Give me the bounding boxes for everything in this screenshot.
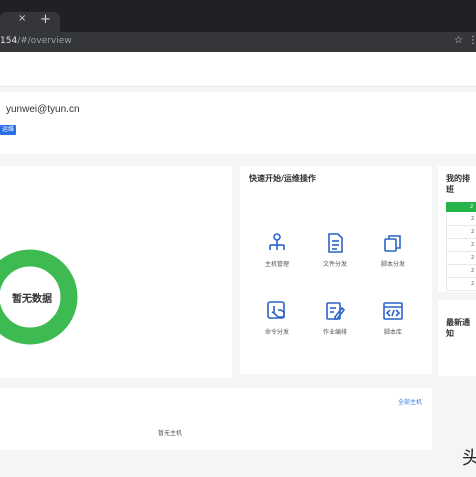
url-path: /#/overview	[17, 36, 72, 46]
top-navigation	[0, 52, 476, 87]
op-label: 文件分发	[322, 261, 347, 268]
op-script-library[interactable]: 脚本库	[368, 300, 418, 350]
hosts-card	[0, 388, 432, 450]
url-text[interactable]: 154/#/overview	[0, 36, 72, 46]
browser-tab[interactable]	[0, 12, 60, 32]
job-edit-icon	[326, 302, 346, 320]
file-icon	[328, 233, 343, 253]
browser-tabstrip	[0, 0, 476, 32]
op-label: 脚本库	[383, 329, 402, 336]
bookmark-star-icon[interactable]: ☆	[454, 35, 463, 46]
op-command-distribution[interactable]: 命令分发	[252, 300, 302, 350]
schedule-row[interactable]: 2	[446, 278, 476, 291]
schedule-cell: 2	[471, 216, 475, 222]
op-label: 作业编排	[322, 329, 347, 336]
quick-ops-title: 快速开始/运维操作	[249, 174, 316, 183]
code-icon	[383, 302, 403, 320]
all-hosts-link[interactable]: 全部主机	[398, 397, 422, 406]
role-tag: 运维员	[0, 125, 16, 135]
op-host-management[interactable]: 主机管理	[252, 232, 302, 282]
schedule-row[interactable]: 2	[446, 213, 476, 226]
op-label: 脚本分发	[380, 261, 405, 268]
schedule-cell: 2	[471, 268, 475, 274]
schedule-cell: 2	[471, 281, 475, 287]
watermark-logo: 头	[462, 448, 476, 469]
schedule-cell: 2	[471, 229, 475, 235]
schedule-row[interactable]: 2	[446, 226, 476, 239]
new-tab-button[interactable]: +	[40, 12, 51, 27]
schedule-row[interactable]: 2	[446, 252, 476, 265]
schedule-cell: 2	[470, 204, 474, 210]
schedule-cell: 2	[471, 255, 475, 261]
notice-title: 最新通知	[446, 318, 470, 338]
op-label: 命令分发	[264, 329, 289, 336]
empty-data-label: 暂无数据	[12, 294, 52, 305]
host-icon	[269, 233, 285, 250]
op-label: 主机管理	[264, 261, 289, 268]
op-file-distribution[interactable]: 文件分发	[310, 232, 360, 282]
op-script-distribution[interactable]: 脚本分发	[368, 232, 418, 282]
op-job-orchestration[interactable]: 作业编排	[310, 300, 360, 350]
no-hosts-label: 暂无主机	[158, 430, 183, 437]
username: yunwei@tyun.cn	[6, 104, 80, 115]
tab-close-icon[interactable]: ×	[18, 13, 26, 24]
schedule-row-active[interactable]: 2	[446, 202, 476, 212]
schedule-title: 我的排班	[446, 174, 470, 194]
browser-menu-icon[interactable]: ⋮	[468, 35, 476, 46]
schedule-cell: 2	[471, 242, 475, 248]
schedule-row[interactable]: 2	[446, 239, 476, 252]
donut-chart	[0, 249, 78, 345]
command-icon	[267, 301, 285, 319]
url-host: 154	[0, 36, 18, 46]
script-copy-icon	[384, 235, 401, 252]
schedule-row[interactable]: 2	[446, 265, 476, 278]
user-panel	[0, 92, 476, 154]
